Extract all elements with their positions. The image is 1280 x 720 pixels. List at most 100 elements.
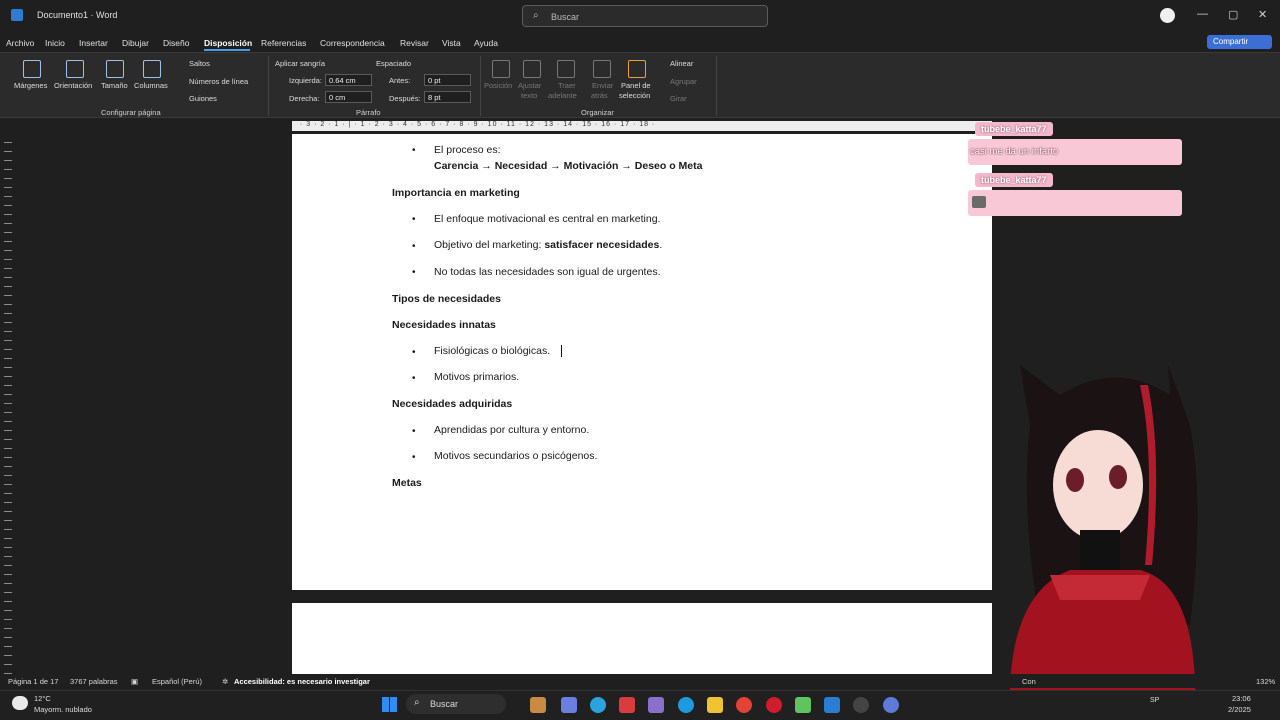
- weather-temp[interactable]: 12°C: [34, 694, 51, 703]
- weather-text[interactable]: Mayorm. nublado: [34, 705, 92, 714]
- rotate-button[interactable]: Girar: [670, 94, 687, 103]
- line-numbers-button[interactable]: Números de línea: [189, 77, 248, 86]
- selection-pane-icon[interactable]: [628, 60, 646, 78]
- accessibility-status[interactable]: Accesibilidad: es necesario investigar: [234, 677, 370, 686]
- weather-icon: [12, 696, 28, 710]
- menu-tab-5[interactable]: Disposición: [204, 38, 252, 48]
- position-icon[interactable]: [492, 60, 510, 78]
- search-placeholder: Buscar: [551, 12, 580, 22]
- bullet: •: [412, 267, 416, 278]
- app-icon[interactable]: [853, 697, 869, 713]
- taskbar-search-label: Buscar: [430, 699, 459, 709]
- settings-icon[interactable]: [883, 697, 899, 713]
- window-title: Documento1 · Word: [37, 10, 118, 20]
- app-icon[interactable]: [648, 697, 664, 713]
- breaks-button[interactable]: Saltos: [189, 59, 210, 68]
- clock-time[interactable]: 23:06: [1232, 694, 1251, 703]
- avatar-eye: [1109, 465, 1127, 489]
- menu-tab-9[interactable]: Vista: [442, 38, 461, 48]
- wrap-text-icon[interactable]: [523, 60, 541, 78]
- app-icon[interactable]: [795, 697, 811, 713]
- bullet: •: [412, 452, 416, 463]
- bring-forward-icon[interactable]: [557, 60, 575, 78]
- minimize-icon[interactable]: —: [1197, 8, 1208, 20]
- chat-username: tubebe_katta77: [975, 173, 1053, 187]
- language-indicator[interactable]: SP: [1150, 697, 1159, 704]
- taskbar-search-icon: ⌕: [414, 697, 420, 708]
- body-text: El proceso es:: [434, 144, 501, 156]
- start-icon[interactable]: [382, 697, 397, 712]
- avatar-collar: [1050, 575, 1150, 600]
- heading-adquiridas: Necesidades adquiridas: [392, 398, 513, 410]
- focus-button[interactable]: Con: [1022, 677, 1036, 686]
- margins-button[interactable]: Márgenes: [14, 81, 47, 90]
- menu-tab-10[interactable]: Ayuda: [474, 38, 498, 48]
- telegram-icon[interactable]: [590, 697, 606, 713]
- send-backward-line2[interactable]: atrás: [591, 91, 608, 100]
- proofing-icon[interactable]: ▣: [131, 677, 138, 686]
- heading-marketing: Importancia en marketing: [392, 187, 520, 199]
- zoom-level[interactable]: 132%: [1256, 677, 1275, 686]
- menu-tab-3[interactable]: Dibujar: [122, 38, 149, 48]
- edge-icon[interactable]: [678, 697, 694, 713]
- send-backward-line1[interactable]: Enviar: [592, 81, 613, 90]
- wrap-text-line1[interactable]: Ajustar: [518, 81, 541, 90]
- menu-tab-6[interactable]: Referencias: [261, 38, 306, 48]
- bring-forward-line2[interactable]: adelante: [548, 91, 577, 100]
- clock-date[interactable]: 2/2025: [1228, 705, 1251, 714]
- list-item: Fisiológicas o biológicas.: [434, 345, 551, 357]
- menu-tab-0[interactable]: Archivo: [6, 38, 34, 48]
- vertical-ruler[interactable]: [4, 134, 12, 674]
- app-icon[interactable]: [530, 697, 546, 713]
- menu-tab-7[interactable]: Correspondencia: [320, 38, 385, 48]
- chrome-icon[interactable]: [736, 697, 752, 713]
- maximize-icon[interactable]: ▢: [1228, 8, 1238, 21]
- spacing-after-input[interactable]: 8 pt: [424, 91, 471, 103]
- title-bar: Documento1 · Word ⌕ Buscar — ▢ ✕: [0, 0, 1280, 32]
- hyphenation-button[interactable]: Guiones: [189, 94, 217, 103]
- spacing-before-input[interactable]: 0 pt: [424, 74, 471, 86]
- selection-pane-line1[interactable]: Panel de: [621, 81, 651, 90]
- page-setup-group-label: Configurar página: [101, 108, 161, 117]
- share-button[interactable]: Compartir: [1207, 35, 1272, 49]
- app-icon[interactable]: [619, 697, 635, 713]
- bullet: •: [412, 373, 416, 384]
- app-icon[interactable]: [561, 697, 577, 713]
- group-button[interactable]: Agrupar: [670, 77, 697, 86]
- bullet: •: [412, 241, 416, 252]
- selection-pane-line2[interactable]: selección: [619, 91, 650, 100]
- columns-button[interactable]: Columnas: [134, 81, 168, 90]
- search-box[interactable]: ⌕ Buscar: [522, 5, 768, 27]
- menu-tab-2[interactable]: Insertar: [79, 38, 108, 48]
- columns-icon[interactable]: [143, 60, 161, 78]
- close-icon[interactable]: ✕: [1258, 8, 1267, 21]
- position-button[interactable]: Posición: [484, 81, 512, 90]
- arrange-group-label: Organizar: [581, 108, 614, 117]
- send-backward-icon[interactable]: [593, 60, 611, 78]
- avatar-neck: [1080, 530, 1120, 570]
- document-page[interactable]: [292, 134, 992, 590]
- bring-forward-line1[interactable]: Traer: [558, 81, 576, 90]
- menu-tab-4[interactable]: Diseño: [163, 38, 189, 48]
- menu-tab-1[interactable]: Inicio: [45, 38, 65, 48]
- indent-right-input[interactable]: 0 cm: [325, 91, 372, 103]
- size-icon[interactable]: [106, 60, 124, 78]
- margins-icon[interactable]: [23, 60, 41, 78]
- orientation-button[interactable]: Orientación: [54, 81, 92, 90]
- language[interactable]: Español (Perú): [152, 677, 202, 686]
- orientation-icon[interactable]: [66, 60, 84, 78]
- indent-left-input[interactable]: 0.64 cm: [325, 74, 372, 86]
- page-count[interactable]: Página 1 de 17: [8, 677, 58, 686]
- word-count[interactable]: 3767 palabras: [70, 677, 118, 686]
- size-button[interactable]: Tamaño: [101, 81, 128, 90]
- share-label: Compartir: [1213, 37, 1249, 46]
- wrap-text-line2[interactable]: texto: [521, 91, 537, 100]
- active-tab-indicator: [204, 49, 250, 51]
- account-icon[interactable]: [1160, 8, 1175, 23]
- folder-icon[interactable]: [707, 697, 723, 713]
- menu-tab-8[interactable]: Revisar: [400, 38, 429, 48]
- align-button[interactable]: Alinear: [670, 59, 693, 68]
- document-page-next[interactable]: [292, 603, 992, 675]
- word-taskbar-icon[interactable]: [824, 697, 840, 713]
- opera-icon[interactable]: [766, 697, 782, 713]
